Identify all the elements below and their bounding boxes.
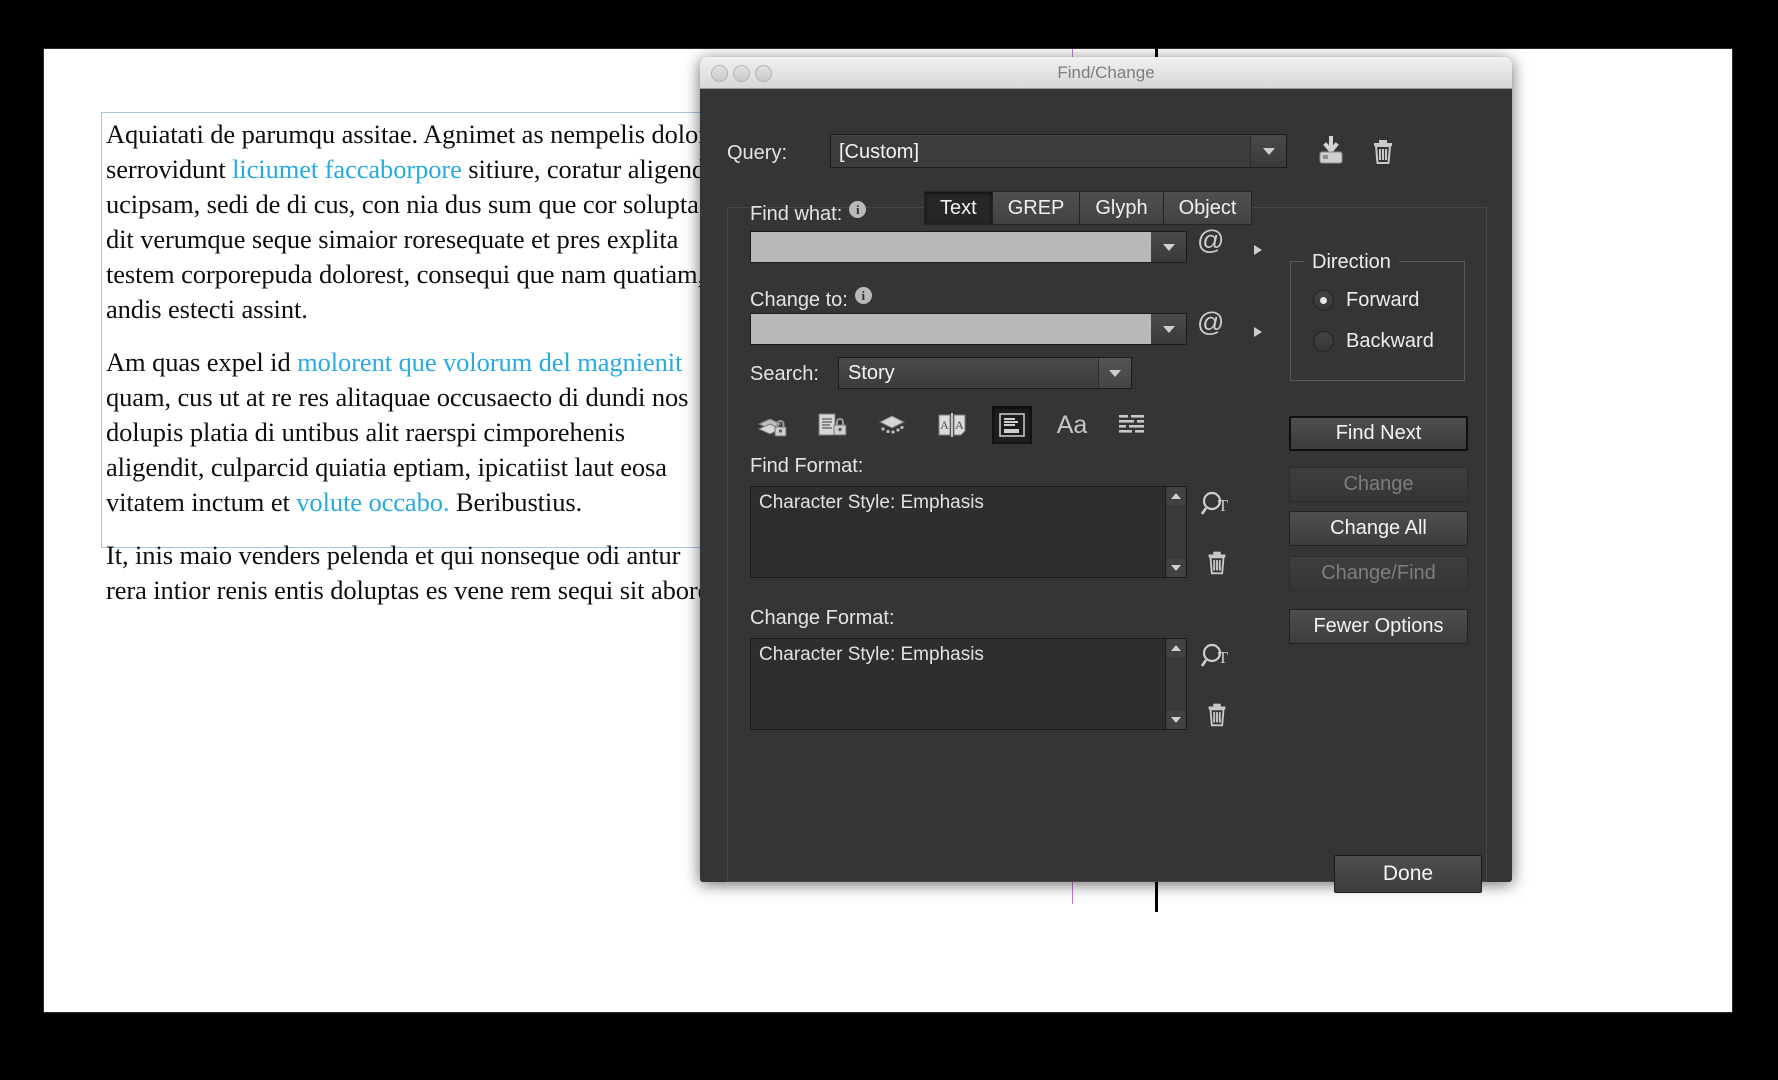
svg-text:T: T	[1218, 496, 1229, 515]
clear-change-format-icon[interactable]	[1202, 699, 1232, 734]
tab-text[interactable]: Text	[924, 191, 993, 225]
include-hidden-layers-icon[interactable]	[872, 406, 912, 444]
find-what-input[interactable]	[750, 231, 1187, 263]
delete-query-icon[interactable]	[1367, 135, 1399, 172]
svg-text:A: A	[955, 418, 964, 432]
radio-backward-indicator[interactable]	[1313, 331, 1334, 352]
change-format-label: Change Format:	[750, 607, 895, 629]
text-run: It, inis maio venders pelenda et qui non…	[106, 540, 716, 605]
find-special-character-icon[interactable]: @	[1197, 225, 1263, 256]
dialog-title: Find/Change	[1057, 63, 1155, 82]
dialog-body: Query: [Custom] Text GREP Glyph Object F…	[700, 89, 1512, 893]
tab-object[interactable]: Object	[1163, 191, 1253, 225]
emphasis-run: liciumet faccaborpore	[232, 154, 462, 184]
radio-forward-label: Forward	[1346, 289, 1420, 311]
whole-word-icon[interactable]	[1112, 406, 1152, 444]
query-row: Query: [Custom]	[727, 134, 1492, 170]
query-select[interactable]: [Custom]	[830, 134, 1287, 168]
find-format-value: Character Style: Emphasis	[759, 492, 984, 513]
text-frame[interactable]: Aquiatati de parumqu assitae. Agnimet as…	[101, 112, 727, 605]
paragraph: Aquiatati de parumqu assitae. Agnimet as…	[106, 117, 718, 327]
chevron-down-icon[interactable]	[1250, 135, 1286, 167]
query-value: [Custom]	[839, 141, 920, 163]
change-all-button[interactable]: Change All	[1289, 511, 1468, 546]
change-button: Change	[1289, 467, 1468, 502]
change-to-dropdown-icon[interactable]	[1151, 314, 1186, 344]
specify-find-format-icon[interactable]: T	[1200, 489, 1234, 524]
done-button[interactable]: Done	[1334, 855, 1482, 893]
clear-find-format-icon[interactable]	[1202, 547, 1232, 582]
svg-text:T: T	[1218, 648, 1229, 667]
include-locked-layers-icon[interactable]	[752, 406, 792, 444]
save-query-icon[interactable]	[1315, 135, 1347, 172]
change-format-value: Character Style: Emphasis	[759, 644, 984, 665]
search-scope-select[interactable]: Story	[838, 357, 1132, 389]
scroll-down-icon[interactable]	[1166, 711, 1186, 729]
text-run: Am quas expel id	[106, 347, 298, 377]
change-find-button: Change/Find	[1289, 556, 1468, 591]
tab-glyph[interactable]: Glyph	[1080, 191, 1164, 225]
search-options-toolbar: A A Aa	[752, 406, 1152, 444]
change-to-input[interactable]	[750, 313, 1187, 345]
find-what-label-text: Find what:	[750, 203, 843, 225]
radio-backward-label: Backward	[1346, 330, 1434, 352]
text-run: Beribustius.	[449, 487, 583, 517]
dialog-titlebar[interactable]: Find/Change	[700, 57, 1512, 89]
search-label: Search:	[750, 363, 819, 385]
paragraph: Am quas expel id molorent que volorum de…	[106, 345, 718, 520]
info-icon[interactable]: i	[854, 287, 872, 304]
direction-legend: Direction	[1304, 251, 1399, 274]
direction-group: Forward Backward	[1290, 261, 1465, 381]
radio-forward-indicator[interactable]	[1313, 290, 1334, 311]
find-what-dropdown-icon[interactable]	[1151, 232, 1186, 262]
scroll-up-icon[interactable]	[1166, 487, 1186, 505]
chevron-down-icon[interactable]	[1098, 358, 1131, 388]
radio-forward[interactable]: Forward	[1313, 289, 1419, 312]
find-change-dialog: Find/Change Query: [Custom] Text GREP Gl…	[700, 57, 1512, 893]
fewer-options-button[interactable]: Fewer Options	[1289, 609, 1468, 644]
case-sensitive-icon[interactable]: Aa	[1052, 406, 1092, 444]
info-icon[interactable]: i	[849, 201, 867, 218]
include-master-pages-icon[interactable]: A A	[932, 406, 972, 444]
scroll-down-icon[interactable]	[1166, 559, 1186, 577]
change-to-field[interactable]	[751, 314, 1151, 344]
find-format-label: Find Format:	[750, 455, 864, 477]
specify-change-format-icon[interactable]: T	[1200, 641, 1234, 676]
find-what-label: Find what: i	[750, 201, 867, 226]
change-to-label: Change to: i	[750, 287, 872, 312]
change-special-character-icon[interactable]: @	[1197, 307, 1263, 338]
tab-grep[interactable]: GREP	[992, 191, 1081, 225]
change-format-scrollbar[interactable]	[1165, 639, 1186, 729]
change-format-box[interactable]: Character Style: Emphasis	[750, 638, 1187, 730]
scroll-up-icon[interactable]	[1166, 639, 1186, 657]
emphasis-run: volute occabo.	[296, 487, 450, 517]
include-locked-stories-icon[interactable]	[812, 406, 852, 444]
radio-backward[interactable]: Backward	[1313, 330, 1434, 353]
include-footnotes-icon[interactable]	[992, 406, 1032, 444]
change-to-label-text: Change to:	[750, 289, 848, 311]
tab-bar: Text GREP Glyph Object	[924, 191, 1253, 225]
find-what-field[interactable]	[751, 232, 1151, 262]
svg-text:A: A	[940, 418, 949, 432]
paragraph: It, inis maio venders pelenda et qui non…	[106, 538, 718, 608]
find-next-button[interactable]: Find Next	[1289, 416, 1468, 451]
query-label: Query:	[727, 142, 788, 164]
app-window: Aquiatati de parumqu assitae. Agnimet as…	[0, 0, 1778, 1080]
find-format-box[interactable]: Character Style: Emphasis	[750, 486, 1187, 578]
search-scope-value: Story	[848, 362, 895, 384]
find-format-scrollbar[interactable]	[1165, 487, 1186, 577]
emphasis-run: molorent que volorum del magnienit	[297, 347, 683, 377]
